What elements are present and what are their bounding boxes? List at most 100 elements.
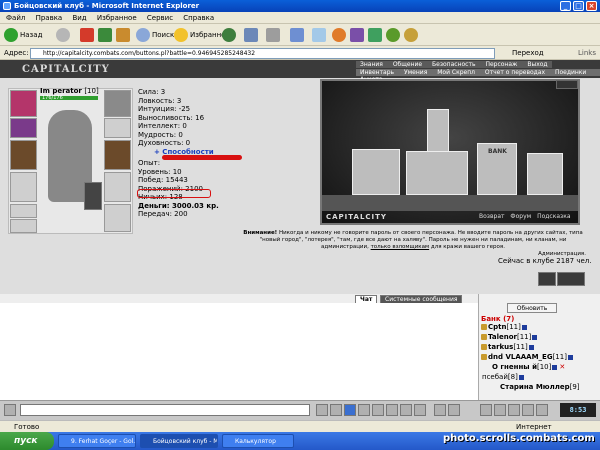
- close-button[interactable]: ×: [586, 1, 597, 11]
- home-button[interactable]: [116, 27, 132, 43]
- helmet-slot[interactable]: [10, 90, 37, 117]
- menu-file[interactable]: Файл: [6, 14, 25, 22]
- nav-fights[interactable]: Поединки: [555, 69, 586, 76]
- info-icon[interactable]: [567, 354, 573, 360]
- nav-transfer-report[interactable]: Отчет о переводах: [485, 69, 545, 76]
- town-hall[interactable]: [406, 151, 468, 195]
- player-row[interactable]: Старина Мюллер[9]: [500, 382, 580, 392]
- counter-badge-1[interactable]: [538, 272, 556, 286]
- tab-chat[interactable]: Чат: [355, 295, 378, 303]
- taskbar-item-calculator[interactable]: Калькулятор: [222, 434, 294, 448]
- shield-slot[interactable]: [104, 140, 131, 170]
- nav-character[interactable]: Персонаж: [485, 61, 517, 68]
- taskbar-item-player[interactable]: 9. Ferhat Goçer - Gol...: [58, 434, 136, 448]
- stop-button[interactable]: [80, 27, 96, 43]
- player-row[interactable]: Talenor[11]: [481, 332, 538, 342]
- player-row[interactable]: О гненны й[10] ✕: [492, 362, 565, 372]
- refresh-button[interactable]: Обновить: [507, 303, 557, 313]
- minimize-button[interactable]: _: [560, 1, 571, 11]
- address-input[interactable]: http://capitalcity.combats.com/buttons.p…: [30, 48, 495, 59]
- history-button[interactable]: [222, 27, 238, 43]
- info-icon[interactable]: [518, 374, 524, 380]
- blocked-icon: ✕: [559, 363, 566, 371]
- nav-my-scroll[interactable]: Мой Скрепл: [437, 69, 475, 76]
- nav-communication[interactable]: Общение: [393, 61, 422, 68]
- nav-exit[interactable]: Выход: [527, 61, 547, 68]
- plugin-button[interactable]: [386, 27, 402, 43]
- links-button[interactable]: Links: [578, 46, 596, 60]
- legs-slot[interactable]: [104, 204, 131, 232]
- chat-log[interactable]: [0, 294, 478, 400]
- action-icon-2[interactable]: [494, 404, 506, 416]
- menu-favorites[interactable]: Избранное: [97, 14, 137, 22]
- maximize-button[interactable]: □: [573, 1, 584, 11]
- nav-knowledge[interactable]: Знания: [360, 61, 383, 68]
- taskbar-item-browser[interactable]: Бойцовский клуб - M...: [140, 434, 218, 448]
- discuss-button[interactable]: [312, 27, 328, 43]
- menu-tools[interactable]: Сервис: [147, 14, 173, 22]
- history-chat-icon[interactable]: [414, 404, 426, 416]
- shortcut-icon[interactable]: [400, 404, 412, 416]
- building-right[interactable]: [527, 153, 563, 195]
- city-return-link[interactable]: Возврат: [479, 213, 505, 220]
- research-button[interactable]: [350, 27, 366, 43]
- refresh-button[interactable]: [98, 27, 114, 43]
- player-row[interactable]: dnd VLAAAM_EG[11]: [481, 352, 573, 362]
- amulet-slot[interactable]: [104, 90, 131, 117]
- settings-icon[interactable]: [448, 404, 460, 416]
- action-icon-1[interactable]: [480, 404, 492, 416]
- info-icon[interactable]: [528, 344, 534, 350]
- ring-slot[interactable]: [10, 219, 37, 233]
- smile-icon[interactable]: [358, 404, 370, 416]
- translit-icon[interactable]: [372, 404, 384, 416]
- building-left[interactable]: [352, 149, 400, 195]
- info-icon[interactable]: [552, 364, 558, 370]
- counter-badge-2[interactable]: [557, 272, 585, 286]
- nav-inventory[interactable]: Инвентарь: [360, 69, 394, 76]
- menu-view[interactable]: Вид: [72, 14, 86, 22]
- start-button[interactable]: пуск: [0, 432, 54, 450]
- belt-slot[interactable]: [10, 204, 37, 218]
- player-row[interactable]: псебай[8]: [482, 372, 524, 382]
- player-row[interactable]: Cptn[11]: [481, 322, 527, 332]
- clear-icon[interactable]: [330, 404, 342, 416]
- city-hint-link[interactable]: Подсказка: [537, 213, 570, 220]
- filter-icon[interactable]: [344, 404, 356, 416]
- action-icon-4[interactable]: [522, 404, 534, 416]
- city-forum-link[interactable]: Форум: [510, 213, 531, 220]
- gloves-slot[interactable]: [104, 118, 131, 138]
- armor-slot[interactable]: [10, 172, 37, 202]
- action-icon-3[interactable]: [508, 404, 520, 416]
- character-name[interactable]: Im perator [10]: [40, 87, 99, 95]
- print-button[interactable]: [266, 27, 282, 43]
- nav-security[interactable]: Безопасность: [432, 61, 476, 68]
- info-icon[interactable]: [521, 324, 527, 330]
- nav-skills[interactable]: Умения: [404, 69, 427, 76]
- city-view[interactable]: BANK: [320, 79, 580, 225]
- player-row[interactable]: tarkus[11]: [481, 342, 534, 352]
- edit-button[interactable]: [290, 27, 306, 43]
- menu-edit[interactable]: Правка: [36, 14, 63, 22]
- tab-system-messages[interactable]: Системные сообщения: [380, 295, 463, 303]
- menu-help[interactable]: Справка: [183, 14, 214, 22]
- boots-slot[interactable]: [104, 172, 131, 202]
- search-button[interactable]: Поиск: [136, 27, 174, 43]
- send-icon[interactable]: [316, 404, 328, 416]
- messenger-button[interactable]: [332, 27, 348, 43]
- chat-mode-icon[interactable]: [4, 404, 16, 416]
- bank-building[interactable]: BANK: [477, 143, 517, 195]
- tools-button[interactable]: [368, 27, 384, 43]
- mail-button[interactable]: [244, 27, 260, 43]
- private-icon[interactable]: [386, 404, 398, 416]
- log-icon[interactable]: [434, 404, 446, 416]
- forward-button[interactable]: [56, 27, 72, 43]
- weapon-slot[interactable]: [10, 140, 37, 170]
- chat-input[interactable]: [20, 404, 310, 416]
- back-button[interactable]: Назад: [4, 27, 42, 43]
- info-icon[interactable]: [532, 334, 538, 340]
- action-icon-5[interactable]: [536, 404, 548, 416]
- earrings-slot[interactable]: [10, 118, 37, 138]
- extra-button[interactable]: [404, 27, 420, 43]
- go-button[interactable]: Переход: [512, 46, 544, 60]
- hackers-link[interactable]: только взломщикам: [371, 244, 430, 250]
